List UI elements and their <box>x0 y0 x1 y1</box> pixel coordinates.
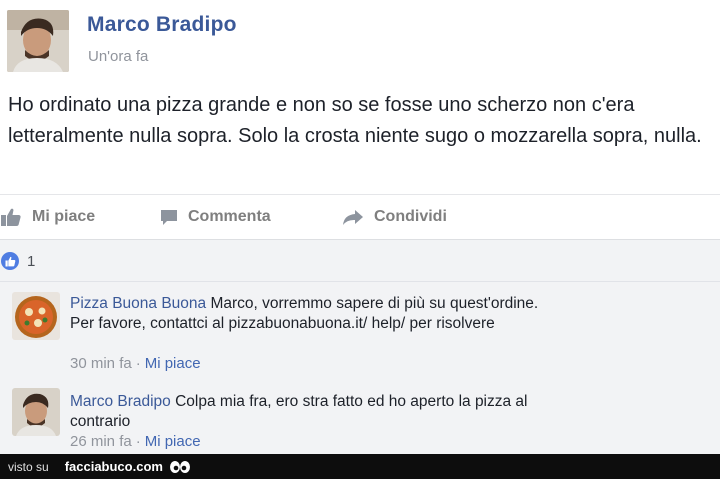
post-timestamp[interactable]: Un'ora fa <box>88 48 148 65</box>
comment-time[interactable]: 30 min fa <box>70 355 132 372</box>
reactions-summary[interactable]: 1 <box>1 252 35 270</box>
comment-like-link[interactable]: Mi piace <box>145 433 201 450</box>
post-card: Marco Bradipo Un'ora fa Ho ordinato una … <box>0 0 720 239</box>
comment-meta: 30 min fa · Mi piace <box>70 355 201 372</box>
post-text: Ho ordinato una pizza grande e non so se… <box>8 94 702 147</box>
comment-button[interactable]: Commenta <box>160 205 271 229</box>
comment-author[interactable]: Marco Bradipo <box>70 393 171 410</box>
author-avatar[interactable] <box>7 10 69 72</box>
commenter-avatar-pizza[interactable] <box>12 292 60 340</box>
comment-meta: 26 min fa · Mi piace <box>70 433 201 450</box>
meta-separator: · <box>135 355 141 372</box>
comment-author[interactable]: Pizza Buona Buona <box>70 295 206 312</box>
share-arrow-icon <box>342 208 364 226</box>
meta-separator: · <box>135 433 141 450</box>
comments-divider <box>0 281 720 282</box>
like-badge-icon <box>1 252 19 270</box>
like-button-label: Mi piace <box>32 208 96 225</box>
share-button[interactable]: Condividi <box>342 205 447 229</box>
watermark-bar: visto su facciabuco.com <box>0 454 720 479</box>
reactions-count: 1 <box>27 252 36 270</box>
eyes-icon <box>169 460 191 474</box>
watermark-brand[interactable]: facciabuco.com <box>65 459 163 474</box>
comment-like-link[interactable]: Mi piace <box>145 355 201 372</box>
comment-button-label: Commenta <box>188 208 271 225</box>
comment-body: Marco Bradipo Colpa mia fra, ero stra fa… <box>70 392 550 432</box>
comment-icon <box>160 208 178 226</box>
comments-section: 1 Pizza Buona Buona Marco, vorremmo sape… <box>0 239 720 454</box>
share-button-label: Condividi <box>374 208 447 225</box>
comment-time[interactable]: 26 min fa <box>70 433 132 450</box>
post-author-name[interactable]: Marco Bradipo <box>87 13 237 37</box>
watermark-prefix: visto su <box>8 459 49 474</box>
post-actions-bar: Mi piace Commenta Condividi <box>0 194 720 239</box>
like-button[interactable]: Mi piace <box>0 205 95 229</box>
comment-body: Pizza Buona Buona Marco, vorremmo sapere… <box>70 294 550 334</box>
commenter-avatar-marco[interactable] <box>12 388 60 436</box>
thumbs-up-icon <box>0 207 22 227</box>
